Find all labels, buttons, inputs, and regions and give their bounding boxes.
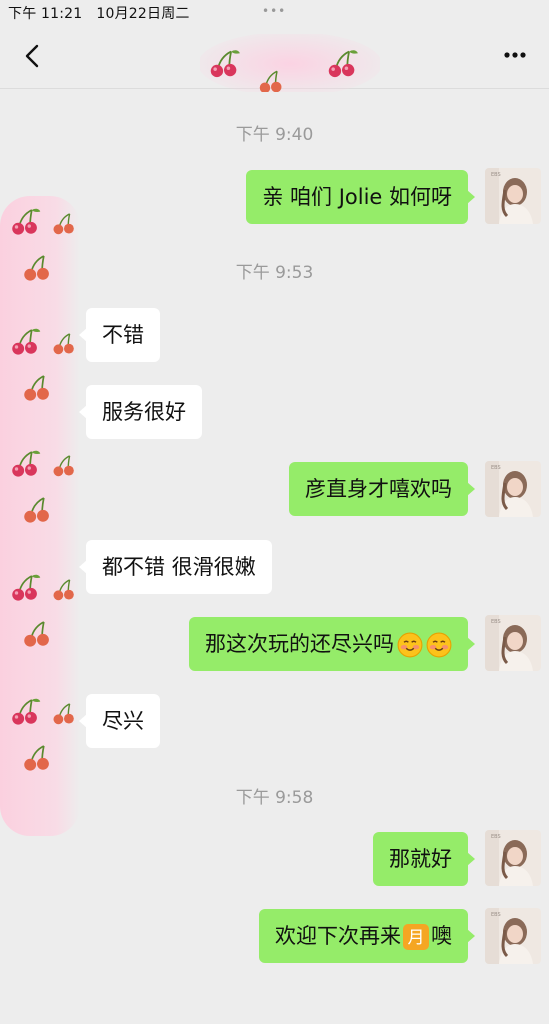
contact-avatar-obscured [0,196,80,836]
status-time: 下午 11:21 10月22日周二 [8,3,190,23]
message-bubble-sent[interactable]: 彦直身才嘻欢吗 [289,462,475,516]
message-bubble-sent[interactable]: 那这次玩的还尽兴吗 [189,617,475,671]
user-avatar[interactable] [485,461,541,517]
status-date: 10月22日周二 [96,6,190,22]
message-bubble-sent[interactable]: 亲 咱们 Jolie 如何呀 [246,170,475,224]
chevron-left-icon[interactable] [18,40,48,72]
timestamp: 下午 9:40 [235,125,314,145]
smiling-face-icon [397,632,423,658]
message-text: 噢 [431,924,452,948]
moon-badge-icon: 月 [403,924,429,950]
message-bubble-received[interactable]: 服务很好 [79,385,202,439]
message-bubble-received[interactable]: 尽兴 [79,694,160,748]
timestamp: 下午 9:58 [235,788,314,808]
message-bubble-sent[interactable]: 那就好 [373,832,475,886]
status-time-text: 下午 11:21 [8,6,83,22]
contact-name-obscured [200,34,380,92]
moon-badge-text: 月 [408,928,425,948]
smiling-face-icon [426,632,452,658]
message-bubble-sent[interactable]: 欢迎下次再来月噢 [259,909,475,963]
message-bubble-received[interactable]: 都不错 很滑很嫩 [79,540,272,594]
user-avatar[interactable] [485,168,541,224]
chat-navbar [0,24,549,92]
status-bar: 下午 11:21 10月22日周二 ••• [0,0,549,24]
user-avatar[interactable] [485,615,541,671]
timestamp: 下午 9:53 [235,263,314,283]
user-avatar[interactable] [485,830,541,886]
user-avatar[interactable] [485,908,541,964]
message-text: 那这次玩的还尽兴吗 [205,632,394,656]
more-icon[interactable] [498,38,532,72]
multitask-dots[interactable]: ••• [262,4,286,18]
message-text: 欢迎下次再来 [275,924,401,948]
message-bubble-received[interactable]: 不错 [79,308,160,362]
